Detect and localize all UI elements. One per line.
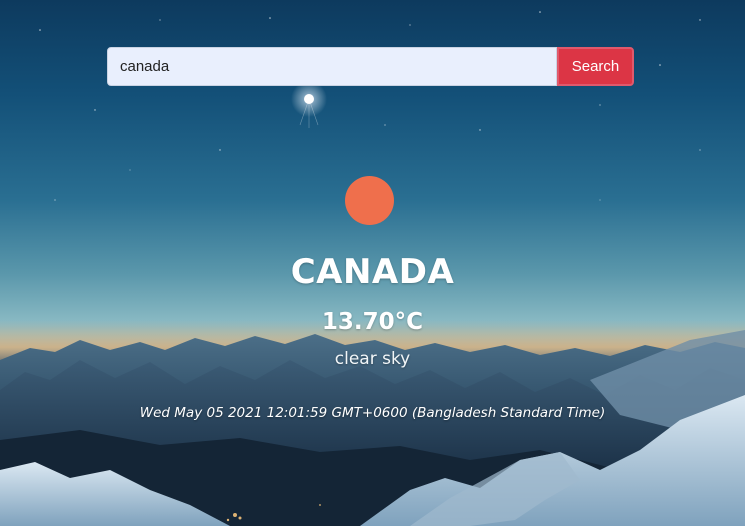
search-button[interactable]: Search (557, 47, 634, 86)
sun-icon (345, 176, 394, 225)
weather-condition: clear sky (334, 349, 411, 369)
city-name: CANADA (290, 252, 455, 292)
temperature: 13.70°C (321, 309, 424, 335)
search-input[interactable] (107, 47, 557, 86)
weather-app: Search CANADA 13.70°C clear sky Wed May … (0, 0, 745, 526)
search-form: Search (107, 47, 634, 86)
current-datetime: Wed May 05 2021 12:01:59 GMT+0600 (Bangl… (139, 405, 606, 421)
